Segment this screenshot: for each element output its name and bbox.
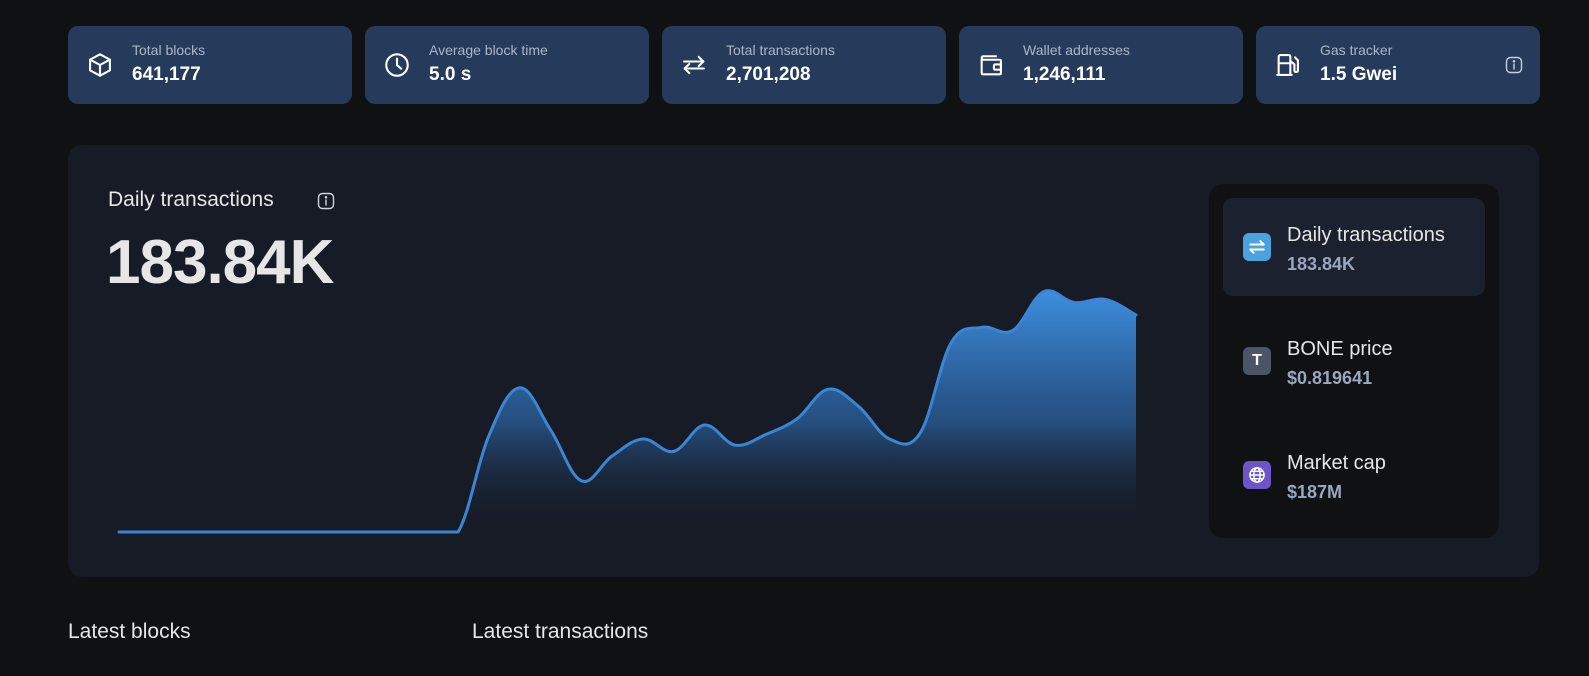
- token-t-icon: T: [1243, 347, 1271, 375]
- info-icon[interactable]: [1505, 56, 1523, 74]
- stat-value: 1.5 Gwei: [1320, 64, 1398, 85]
- stat-label: Wallet addresses: [1023, 42, 1130, 58]
- stat-card-total-transactions: Total transactions 2,701,208: [662, 26, 946, 104]
- cube-icon: [86, 51, 114, 79]
- latest-blocks-heading: Latest blocks: [68, 620, 191, 643]
- dashboard: Total blocks 641,177 Average block time …: [0, 0, 1589, 676]
- globe-icon: [1243, 461, 1271, 489]
- gas-pump-icon: [1274, 51, 1302, 79]
- transfer-arrows-icon: [1243, 233, 1271, 261]
- stat-card-average-block-time: Average block time 5.0 s: [365, 26, 649, 104]
- stat-label: Average block time: [429, 42, 548, 58]
- metric-label: Market cap: [1287, 452, 1386, 474]
- metric-value: 183.84K: [1287, 254, 1356, 274]
- stat-label: Gas tracker: [1320, 42, 1393, 58]
- stat-value: 641,177: [132, 64, 201, 85]
- metric-daily-transactions[interactable]: Daily transactions 183.84K: [1223, 198, 1485, 296]
- stat-value: 1,246,111: [1023, 64, 1106, 85]
- chart-metric-selector: Daily transactions 183.84K T BONE price …: [1209, 184, 1499, 538]
- stats-row: Total blocks 641,177 Average block time …: [68, 26, 1540, 104]
- daily-transactions-panel: Daily transactions 183.84K Daily transac…: [68, 145, 1539, 577]
- metric-value: $0.819641: [1287, 368, 1373, 388]
- stat-value: 5.0 s: [429, 64, 472, 85]
- metric-bone-price[interactable]: T BONE price $0.819641: [1223, 312, 1485, 410]
- stat-label: Total transactions: [726, 42, 835, 58]
- transfer-arrows-icon: [680, 51, 708, 79]
- metric-label: BONE price: [1287, 338, 1393, 360]
- stat-card-total-blocks: Total blocks 641,177: [68, 26, 352, 104]
- latest-transactions-heading: Latest transactions: [472, 620, 649, 643]
- stat-value: 2,701,208: [726, 64, 811, 85]
- stat-label: Total blocks: [132, 42, 206, 58]
- metric-market-cap[interactable]: Market cap $187M: [1223, 426, 1485, 524]
- metric-value: $187M: [1287, 482, 1343, 502]
- stat-card-wallet-addresses: Wallet addresses 1,246,111: [959, 26, 1243, 104]
- wallet-icon: [977, 51, 1005, 79]
- metric-label: Daily transactions: [1287, 224, 1445, 246]
- daily-transactions-chart: [117, 289, 1138, 534]
- stat-card-gas-tracker: Gas tracker 1.5 Gwei: [1256, 26, 1540, 104]
- clock-icon: [383, 51, 411, 79]
